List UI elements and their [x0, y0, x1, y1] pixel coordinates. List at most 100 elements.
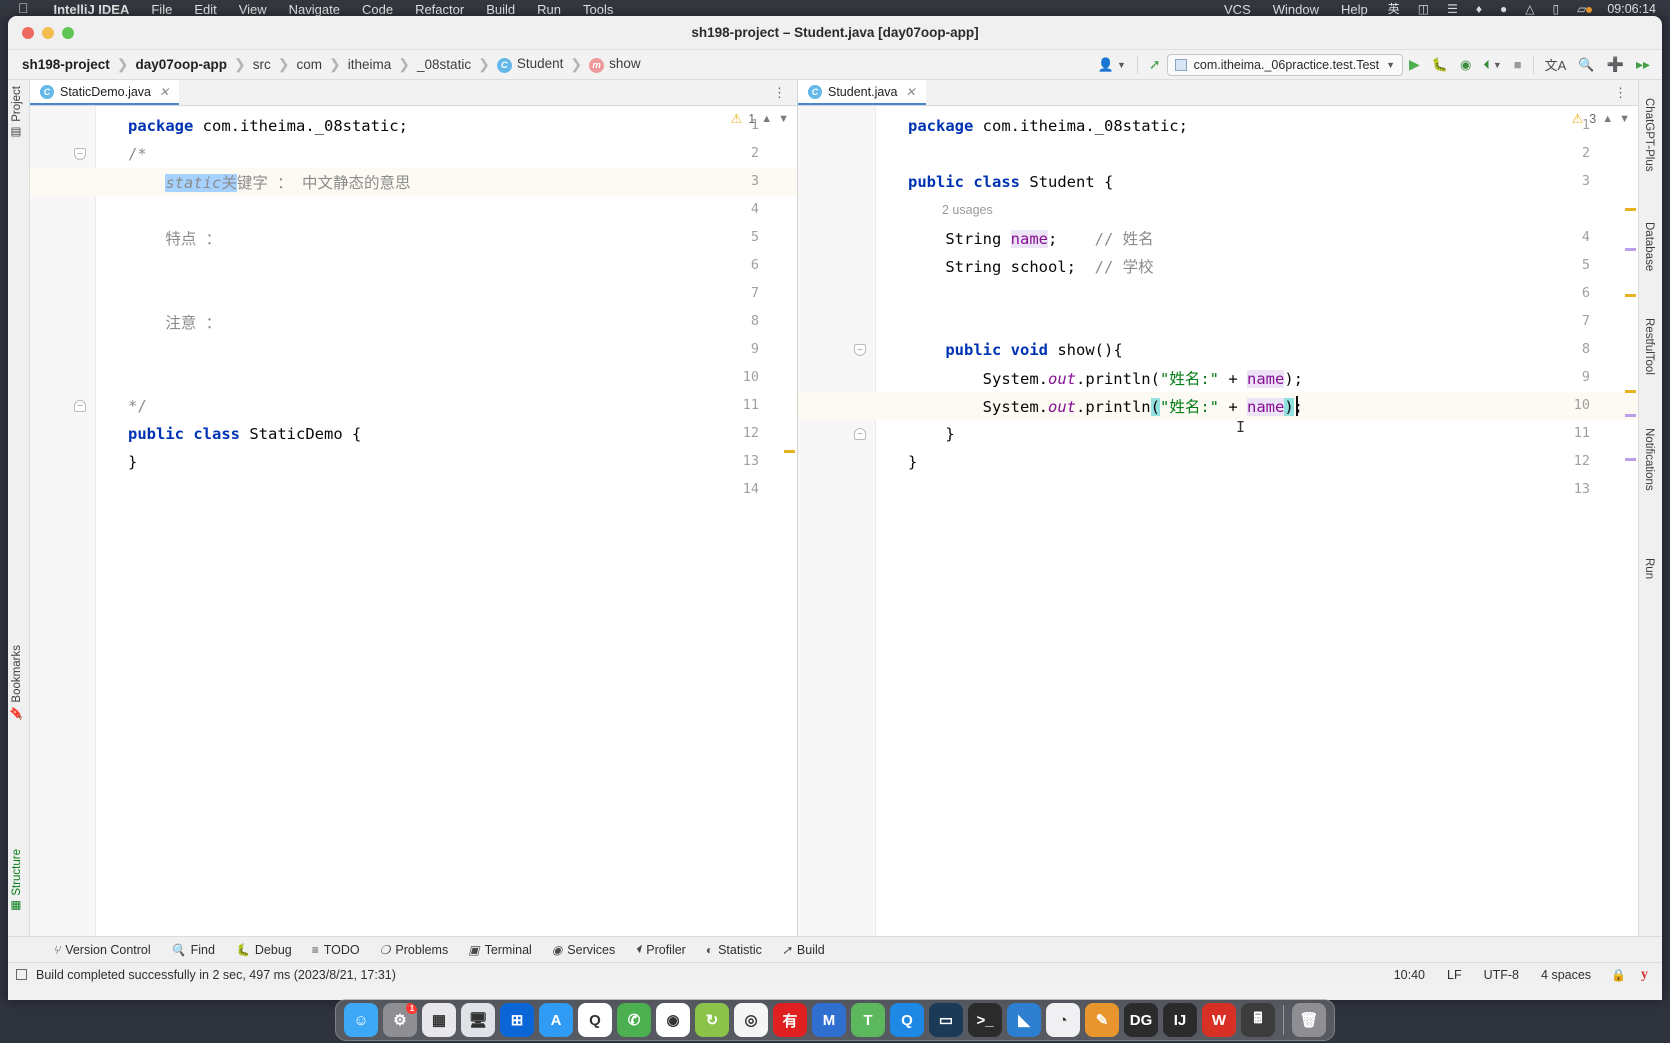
dock-item-finder[interactable]: ☺ — [344, 1003, 378, 1037]
battery-icon[interactable]: ▱ — [1568, 3, 1601, 16]
tool-window-bookmarks[interactable]: 🔖 Bookmarks — [10, 645, 24, 721]
control-center-icon[interactable]: ▯ — [1543, 3, 1568, 16]
tool-window-run[interactable]: Run — [1643, 558, 1655, 579]
screen-mirror-icon[interactable]: ◫ — [1409, 3, 1438, 16]
menu-run[interactable]: Run — [526, 3, 572, 16]
close-icon[interactable]: ✕ — [159, 85, 169, 99]
search-circle-icon[interactable]: ● — [1491, 3, 1516, 16]
dock-item-sublime[interactable]: ✎ — [1085, 1003, 1119, 1037]
tool-button-statistic[interactable]: ◐ Statistic — [697, 939, 771, 961]
inspection-marker[interactable] — [784, 450, 795, 453]
code-line[interactable]: public void show(){ — [798, 336, 1638, 364]
code-fold-toggle[interactable]: − — [854, 428, 866, 440]
dock-item-mindmaster[interactable]: М — [812, 1003, 846, 1037]
debug-bug-icon[interactable]: 🐛 — [1426, 53, 1454, 77]
breadcrumb-item-method[interactable]: m show — [589, 56, 641, 73]
file-encoding[interactable]: UTF-8 — [1473, 968, 1530, 982]
code-line[interactable]: public class StaticDemo { — [30, 420, 797, 448]
breadcrumb-item-com[interactable]: com — [297, 57, 323, 72]
dropbox-icon[interactable]: ♦ — [1467, 3, 1491, 16]
translate-icon[interactable]: 文A — [1539, 53, 1573, 77]
tool-button-version-control[interactable]: ⑂ Version Control — [44, 939, 160, 961]
dock-item-qq[interactable]: Q — [578, 1003, 612, 1037]
lock-icon[interactable]: 🔒 — [1602, 968, 1635, 982]
code-line[interactable] — [30, 476, 797, 504]
youdao-icon[interactable]: y — [1635, 967, 1654, 983]
maximize-window-button[interactable] — [62, 27, 74, 39]
code-line[interactable]: */ — [30, 392, 797, 420]
code-line[interactable]: 注意 ： — [30, 308, 797, 336]
code-line[interactable]: } — [798, 420, 1638, 448]
tool-window-database[interactable]: Database — [1643, 222, 1655, 271]
tool-button-build[interactable]: ➚ Build — [773, 939, 834, 961]
menu-vcs[interactable]: VCS — [1213, 3, 1262, 16]
code-line[interactable]: 特点 ： — [30, 224, 797, 252]
inspection-marker[interactable] — [1625, 294, 1636, 297]
tool-button-profiler[interactable]: ⏴ Profiler — [626, 939, 695, 961]
menu-clock[interactable]: 09:06:14 — [1601, 3, 1670, 16]
user-avatar-icon[interactable]: 👤 ▼ — [1092, 53, 1132, 77]
code-line[interactable] — [798, 308, 1638, 336]
code-fold-toggle[interactable]: − — [854, 344, 866, 356]
update-arrow-icon[interactable]: ▸▸ — [1630, 53, 1656, 77]
status-indicator-icon[interactable] — [16, 969, 27, 980]
tool-button-debug[interactable]: 🐛 Debug — [226, 939, 301, 961]
close-icon[interactable]: ✕ — [906, 85, 916, 99]
tool-button-problems[interactable]: ❍ Problems — [371, 939, 458, 961]
dock-item-intellij-idea[interactable]: IJ — [1163, 1003, 1197, 1037]
dock-item-youdao[interactable]: 有 — [773, 1003, 807, 1037]
code-line[interactable]: package com.itheima._08static; — [798, 112, 1638, 140]
code-line[interactable] — [30, 336, 797, 364]
stop-square-icon[interactable]: ■ — [1508, 53, 1528, 77]
tab-student-java[interactable]: C Student.java ✕ — [798, 80, 926, 105]
menu-code[interactable]: Code — [351, 3, 404, 16]
dock-item-typora[interactable]: T — [851, 1003, 885, 1037]
inspection-marker[interactable] — [1625, 458, 1636, 461]
dock-item-system-settings[interactable]: ⚙ 1 — [383, 1003, 417, 1037]
menu-window[interactable]: Window — [1262, 3, 1330, 16]
code-line[interactable] — [798, 476, 1638, 504]
dock-item-qq-browser[interactable]: Q — [890, 1003, 924, 1037]
breadcrumb-item-src[interactable]: src — [253, 57, 271, 72]
breadcrumb-item-module[interactable]: day07oop-app — [136, 57, 228, 72]
dock-item-safari[interactable]: ◔ — [1046, 1003, 1080, 1037]
run-play-icon[interactable]: ▶ — [1403, 53, 1426, 77]
code-line[interactable]: public class Student { — [798, 168, 1638, 196]
tool-window-chatgpt-plus[interactable]: ChatGPT-Plus — [1643, 98, 1655, 172]
dock-item-thunder-sync[interactable]: ↻ — [695, 1003, 729, 1037]
tool-button-terminal[interactable]: ▣ Terminal — [459, 939, 541, 961]
run-configuration-selector[interactable]: com.itheima._06practice.test.Test ▼ — [1166, 53, 1404, 76]
dock-item-parallels[interactable]: ⊞ — [500, 1003, 534, 1037]
line-separator[interactable]: LF — [1436, 968, 1473, 982]
breadcrumb-item-package[interactable]: _08static — [417, 57, 471, 72]
bluetooth-icon[interactable]: ☰ — [1438, 3, 1467, 16]
code-line[interactable] — [30, 364, 797, 392]
code-line[interactable] — [798, 280, 1638, 308]
dock-item-calculator[interactable]: 🖩 — [1241, 1003, 1275, 1037]
editor-options-icon[interactable]: ⋮ — [763, 80, 797, 105]
tool-window-notifications[interactable]: Notifications — [1643, 428, 1655, 491]
indent-setting[interactable]: 4 spaces — [1530, 968, 1602, 982]
dock-item-tencent-meeting[interactable]: ◉ — [656, 1003, 690, 1037]
code-line[interactable]: /* — [30, 140, 797, 168]
breadcrumb-item-itheima[interactable]: itheima — [348, 57, 392, 72]
dock-item-trash[interactable]: 🗑 — [1292, 1003, 1326, 1037]
code-line[interactable]: String name; // 姓名 — [798, 224, 1638, 252]
code-area-right[interactable]: ⚠ 3 ▲ ▼ package com.itheima._08static; 1 2… — [798, 106, 1638, 936]
code-line[interactable] — [30, 252, 797, 280]
run-coverage-icon[interactable]: ◉ — [1454, 53, 1477, 77]
dock-item-datagrip[interactable]: DG — [1124, 1003, 1158, 1037]
apple-logo-icon[interactable]:  — [0, 0, 43, 16]
tool-window-structure[interactable]: ▦ Structure — [10, 849, 24, 914]
inspection-marker[interactable] — [1625, 390, 1636, 393]
menu-navigate[interactable]: Navigate — [278, 3, 351, 16]
menu-help[interactable]: Help — [1330, 3, 1379, 16]
code-line[interactable]: } — [30, 448, 797, 476]
code-area-left[interactable]: ⚠ 1 ▲ ▼ package com.itheima._08static; 1/… — [30, 106, 797, 936]
code-line[interactable]: package com.itheima._08static; — [30, 112, 797, 140]
tool-button-services[interactable]: ◉ Services — [543, 939, 624, 961]
editor-options-icon[interactable]: ⋮ — [1604, 80, 1638, 105]
code-line[interactable]: String school; // 学校 — [798, 252, 1638, 280]
dock-item-launchpad[interactable]: ▦ — [422, 1003, 456, 1037]
wifi-icon[interactable]: △ — [1516, 3, 1543, 16]
